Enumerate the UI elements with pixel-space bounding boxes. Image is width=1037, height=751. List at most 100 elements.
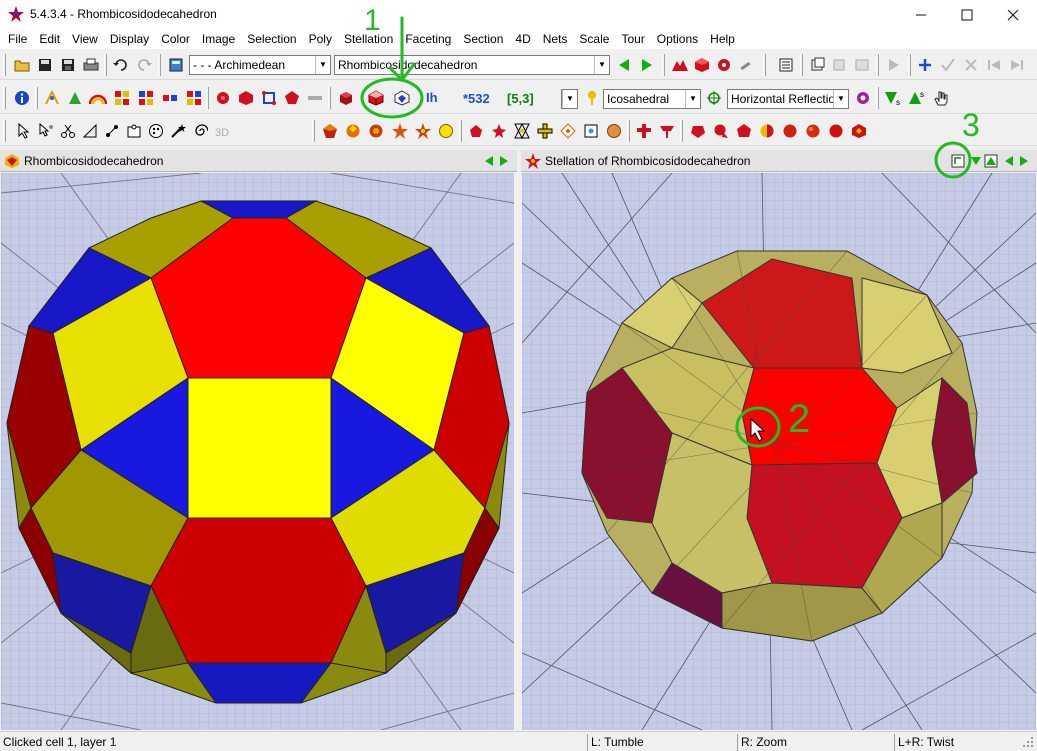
first-disabled-icon[interactable] <box>984 55 1004 75</box>
grid-red-icon[interactable] <box>112 88 132 108</box>
diamond-icon[interactable] <box>558 121 578 141</box>
square-dot-icon[interactable] <box>581 121 601 141</box>
menu-help[interactable]: Help <box>704 29 741 49</box>
key-icon[interactable] <box>582 88 602 108</box>
stellation-canvas[interactable] <box>521 172 1037 731</box>
menu-section[interactable]: Section <box>457 29 509 49</box>
orb-icon[interactable] <box>604 121 624 141</box>
resize-grip-icon[interactable] <box>1022 736 1035 749</box>
compound-icon[interactable] <box>512 121 532 141</box>
panel-prev-icon[interactable] <box>483 155 495 167</box>
undo-icon[interactable] <box>111 55 131 75</box>
solid-c-icon[interactable] <box>366 121 386 141</box>
save-icon[interactable] <box>35 55 55 75</box>
stellation-view-icon[interactable] <box>366 88 386 108</box>
layer-up-icon[interactable] <box>984 154 998 168</box>
3d-disabled-icon[interactable]: 3D <box>212 121 232 141</box>
puzzle-icon[interactable] <box>124 121 144 141</box>
poly-f-icon[interactable] <box>803 121 823 141</box>
minimize-button[interactable] <box>898 0 944 29</box>
menu-edit[interactable]: Edit <box>33 29 66 49</box>
database-icon[interactable] <box>166 55 186 75</box>
scissors-icon[interactable] <box>58 121 78 141</box>
menu-scale[interactable]: Scale <box>573 29 615 49</box>
pointer-multi-icon[interactable] <box>36 121 56 141</box>
nodes-icon[interactable] <box>102 121 122 141</box>
layers-icon[interactable] <box>808 55 828 75</box>
panel-prev-icon[interactable] <box>1003 155 1015 167</box>
poly-a-icon[interactable] <box>688 121 708 141</box>
stellation-diagram-icon[interactable] <box>951 154 965 168</box>
symmetry-group-combo[interactable]: Icosahedral ▼ <box>603 89 701 109</box>
check-disabled-icon[interactable] <box>938 55 958 75</box>
list-icon[interactable] <box>776 55 796 75</box>
next-polyhedron-icon[interactable] <box>637 55 657 75</box>
family-combo[interactable]: - - - Archimedean ▼ <box>189 55 331 75</box>
reflection-combo[interactable]: Horizontal Reflection ▼ <box>727 89 849 109</box>
hand-icon[interactable] <box>931 88 951 108</box>
menu-view[interactable]: View <box>66 29 104 49</box>
poly-h-icon[interactable] <box>849 121 869 141</box>
facet-view-icon[interactable] <box>392 88 412 108</box>
menu-options[interactable]: Options <box>651 29 704 49</box>
grid-mixed-icon[interactable] <box>136 88 156 108</box>
menu-selection[interactable]: Selection <box>241 29 302 49</box>
frame-icon[interactable] <box>259 88 279 108</box>
cube-icon[interactable] <box>236 88 256 108</box>
solid-e-icon[interactable] <box>413 121 433 141</box>
previous-polyhedron-icon[interactable] <box>614 55 634 75</box>
sphere-gear-icon[interactable] <box>213 88 233 108</box>
layers-disabled-icon[interactable] <box>830 55 850 75</box>
menu-faceting[interactable]: Faceting <box>399 29 457 49</box>
edge-snub-icon[interactable]: s <box>907 88 927 108</box>
snub-icon[interactable] <box>65 88 85 108</box>
poly-d-icon[interactable] <box>757 121 777 141</box>
pentagon-icon[interactable] <box>282 88 302 108</box>
menu-display[interactable]: Display <box>104 29 155 49</box>
solid-a-icon[interactable] <box>320 121 340 141</box>
poly-e-icon[interactable] <box>780 121 800 141</box>
pointer-icon[interactable] <box>14 121 34 141</box>
pattern-icon[interactable] <box>184 88 204 108</box>
tools-icon[interactable] <box>736 55 756 75</box>
panel-next-icon[interactable] <box>1018 155 1030 167</box>
poly-g-icon[interactable] <box>826 121 846 141</box>
cross-shape-icon[interactable] <box>535 121 555 141</box>
toolbar-grip[interactable] <box>3 120 6 142</box>
menu-nets[interactable]: Nets <box>537 29 574 49</box>
menu-file[interactable]: File <box>2 29 33 49</box>
dual-icon[interactable] <box>42 88 62 108</box>
toolbar-grip[interactable] <box>3 87 6 109</box>
menu-tour[interactable]: Tour <box>615 29 650 49</box>
toolbar-grip[interactable] <box>3 54 6 76</box>
info-icon[interactable] <box>12 88 32 108</box>
connector-icon[interactable] <box>160 88 180 108</box>
cube-star-icon[interactable] <box>692 55 712 75</box>
menu-image[interactable]: Image <box>196 29 241 49</box>
wand-icon[interactable] <box>168 121 188 141</box>
poly-b-icon[interactable] <box>711 121 731 141</box>
poly-c-icon[interactable] <box>734 121 754 141</box>
palette-icon[interactable] <box>146 121 166 141</box>
color-wheel-icon[interactable] <box>853 88 873 108</box>
crosshair-icon[interactable] <box>704 88 724 108</box>
gear-shape-icon[interactable] <box>714 55 734 75</box>
add-point-icon[interactable] <box>915 55 935 75</box>
print-icon[interactable] <box>81 55 101 75</box>
solid-d-icon[interactable] <box>390 121 410 141</box>
menu-poly[interactable]: Poly <box>303 29 338 49</box>
ruler-icon[interactable] <box>80 121 100 141</box>
star-small-icon[interactable] <box>489 121 509 141</box>
stellate-icon[interactable] <box>670 55 690 75</box>
pentagon-red-icon[interactable] <box>466 121 486 141</box>
open-file-icon[interactable] <box>12 55 32 75</box>
redo-icon[interactable] <box>134 55 154 75</box>
save-as-icon[interactable] <box>58 55 78 75</box>
rainbow-icon[interactable] <box>88 88 108 108</box>
polyhedron-combo[interactable]: Rhombicosidodecahedron ▼ <box>334 55 610 75</box>
play-disabled-icon[interactable] <box>884 55 904 75</box>
bar-disabled-icon[interactable] <box>305 88 325 108</box>
layer-down-icon[interactable] <box>970 155 982 167</box>
plus-red-icon[interactable] <box>634 121 654 141</box>
last-disabled-icon[interactable] <box>1007 55 1027 75</box>
